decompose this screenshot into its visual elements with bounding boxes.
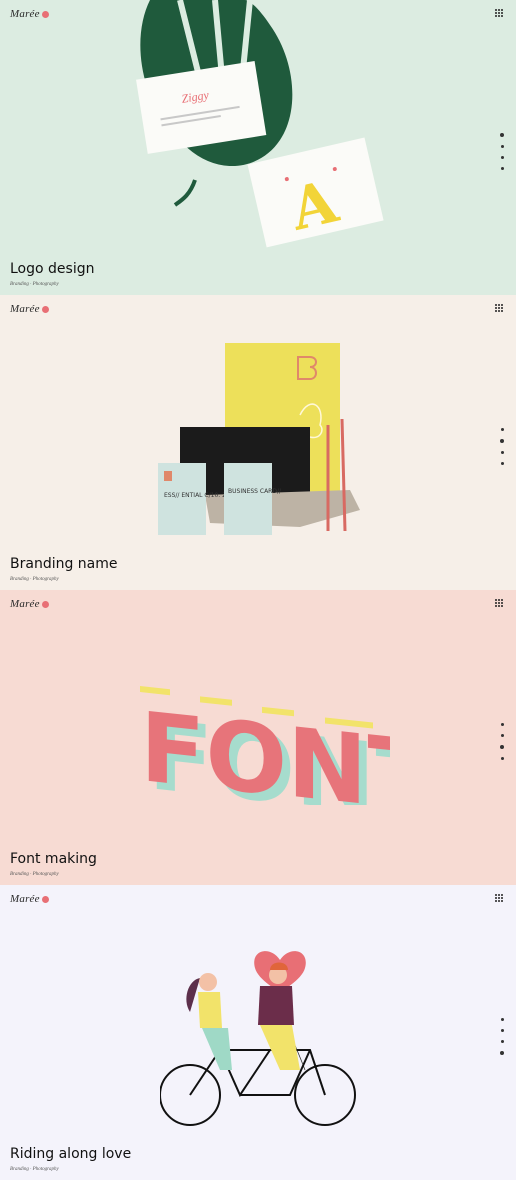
brand-logo[interactable]: Marée [10,303,49,315]
pager-dot-3[interactable] [500,745,504,749]
pager-dot-4[interactable] [500,757,504,760]
project-title[interactable]: Font making [10,851,97,867]
pager [500,428,504,465]
project-subtitle: Branding · Photography [10,872,59,877]
project-title[interactable]: Branding name [10,556,118,572]
logo-dot-icon [41,895,49,903]
project-subtitle: Branding · Photography [10,1167,59,1172]
project-subtitle: Branding · Photography [10,577,59,582]
project-panel-font-making[interactable]: Marée FONT FONT Font making Branding · P… [0,590,516,885]
project-panel-branding-name[interactable]: Marée ESS// ENTIAL C/10. 2018 BUSINESS C… [0,295,516,590]
branding-card-2-text: BUSINESS CARD// [228,488,282,495]
pager-dot-4[interactable] [500,167,504,170]
pager [500,723,504,760]
logo-dot-icon [41,10,49,18]
pager-dot-3[interactable] [500,156,504,159]
project-title[interactable]: Logo design [10,261,94,277]
pager-dot-1[interactable] [500,723,504,726]
grid-menu-icon[interactable] [495,599,504,608]
font-artwork: FONT FONT [140,686,390,805]
project-subtitle: Branding · Photography [10,282,59,287]
grid-menu-icon[interactable] [495,9,504,18]
pager-dot-2[interactable] [500,439,504,443]
pager-dot-3[interactable] [500,451,504,454]
brand-logo[interactable]: Marée [10,893,49,905]
pager-dot-4[interactable] [500,462,504,465]
pager-dot-4[interactable] [500,1051,504,1055]
project-panel-riding-along-love[interactable]: Marée Riding along love Branding · Photo… [0,885,516,1180]
pager-dot-1[interactable] [500,1018,504,1021]
project-title[interactable]: Riding along love [10,1146,131,1162]
project-panel-logo-design[interactable]: Marée Ziggy A Logo design Branding · Pho… [0,0,516,295]
pager-dot-3[interactable] [500,1040,504,1043]
brand-logo[interactable]: Marée [10,598,49,610]
logo-design-artwork: Ziggy A [136,0,384,248]
pager-dot-2[interactable] [500,1029,504,1032]
pager [500,133,504,170]
logo-dot-icon [41,600,49,608]
pager-dot-2[interactable] [500,734,504,737]
grid-menu-icon[interactable] [495,304,504,313]
logo-dot-icon [41,305,49,313]
pager-dot-1[interactable] [500,133,504,137]
pager [500,1018,504,1055]
branding-artwork: ESS// ENTIAL C/10. 2018 BUSINESS CARD// [158,343,360,535]
pager-dot-1[interactable] [500,428,504,431]
grid-menu-icon[interactable] [495,894,504,903]
brand-logo[interactable]: Marée [10,8,49,20]
tandem-bike-illustration [160,951,356,1126]
pager-dot-2[interactable] [500,145,504,148]
